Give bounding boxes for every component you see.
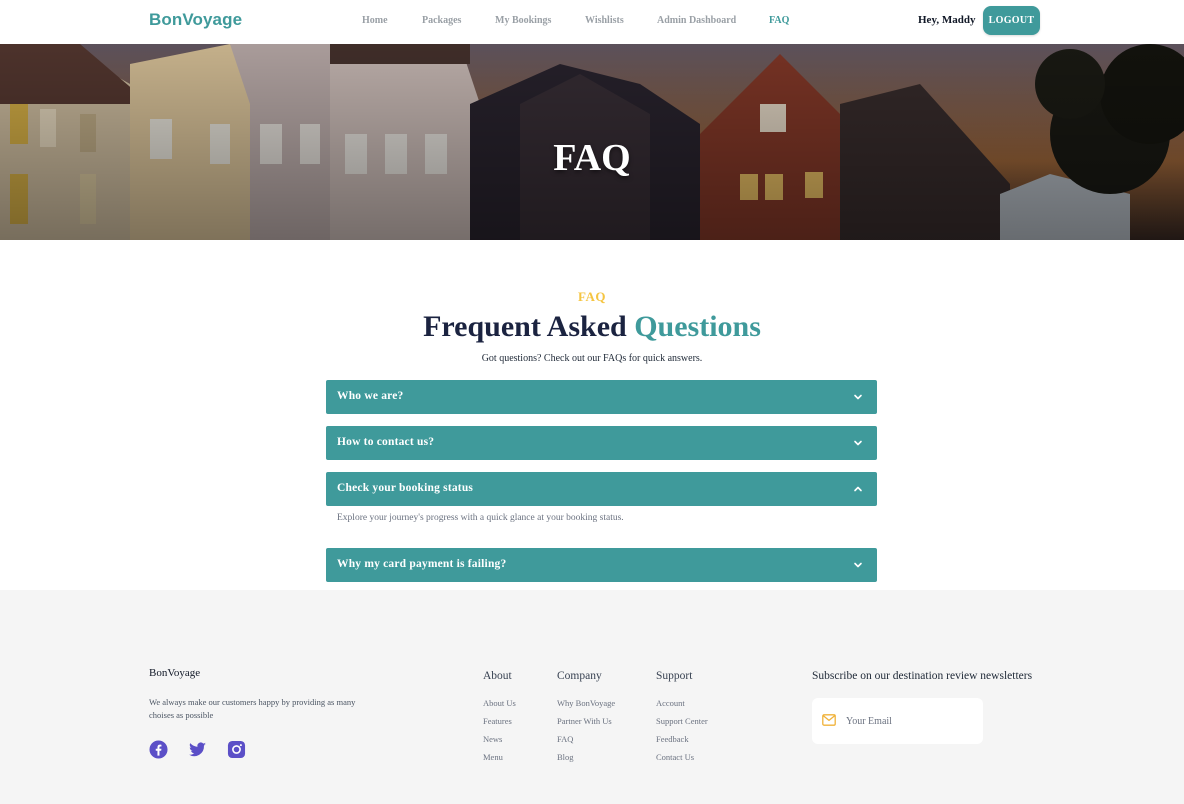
hero-banner: FAQ bbox=[0, 44, 1184, 240]
footer-brand: BonVoyage bbox=[149, 667, 201, 679]
footer-link-about-us[interactable]: About Us bbox=[483, 698, 516, 708]
faq-eyebrow: FAQ bbox=[578, 289, 606, 304]
nav-link-packages[interactable]: Packages bbox=[422, 15, 461, 26]
footer-link-partner[interactable]: Partner With Us bbox=[557, 716, 612, 726]
footer-link-account[interactable]: Account bbox=[656, 698, 685, 708]
footer-link-features[interactable]: Features bbox=[483, 716, 512, 726]
footer-link-support-center[interactable]: Support Center bbox=[656, 716, 708, 726]
faq-answer-booking-status: Explore your journey's progress with a q… bbox=[337, 513, 624, 523]
footer-link-why-bonvoyage[interactable]: Why BonVoyage bbox=[557, 698, 615, 708]
faq-heading-accent: Questions bbox=[634, 310, 761, 343]
chevron-down-icon bbox=[854, 562, 862, 568]
mail-icon bbox=[822, 714, 836, 726]
instagram-icon[interactable] bbox=[227, 740, 246, 759]
faq-item-who-we-are[interactable]: Who we are? bbox=[326, 380, 877, 414]
navbar: BonVoyage Home Packages My Bookings Wish… bbox=[0, 0, 1184, 44]
faq-item-contact-us[interactable]: How to contact us? bbox=[326, 426, 877, 460]
faq-question: How to contact us? bbox=[337, 436, 435, 448]
footer-link-news[interactable]: News bbox=[483, 734, 502, 744]
footer-col-support-title: Support bbox=[656, 670, 693, 682]
faq-heading: Frequent Asked Questions bbox=[0, 310, 1184, 344]
chevron-up-icon bbox=[854, 486, 862, 492]
faq-heading-main: Frequent Asked bbox=[423, 310, 627, 343]
user-greeting: Hey, Maddy bbox=[918, 14, 976, 26]
footer-col-about-title: About bbox=[483, 670, 512, 682]
faq-question: Why my card payment is failing? bbox=[337, 558, 507, 570]
newsletter-title: Subscribe on our destination review news… bbox=[812, 670, 1033, 682]
chevron-down-icon bbox=[854, 394, 862, 400]
nav-link-home[interactable]: Home bbox=[362, 15, 388, 26]
nav-link-wishlists[interactable]: Wishlists bbox=[585, 15, 624, 26]
footer-link-menu[interactable]: Menu bbox=[483, 752, 503, 762]
newsletter-email-input[interactable] bbox=[846, 712, 976, 730]
facebook-icon[interactable] bbox=[149, 740, 168, 759]
footer-link-contact-us[interactable]: Contact Us bbox=[656, 752, 694, 762]
twitter-icon[interactable] bbox=[188, 740, 207, 759]
faq-subtitle: Got questions? Check out our FAQs for qu… bbox=[481, 353, 703, 364]
faq-item-booking-status[interactable]: Check your booking status bbox=[326, 472, 877, 506]
footer-link-blog[interactable]: Blog bbox=[557, 752, 574, 762]
nav-link-admin-dashboard[interactable]: Admin Dashboard bbox=[657, 15, 736, 26]
faq-item-card-payment[interactable]: Why my card payment is failing? bbox=[326, 548, 877, 582]
footer-description: We always make our customers happy by pr… bbox=[149, 697, 356, 720]
faq-question: Who we are? bbox=[337, 390, 404, 402]
hero-title: FAQ bbox=[553, 137, 631, 179]
footer-link-feedback[interactable]: Feedback bbox=[656, 734, 689, 744]
nav-link-my-bookings[interactable]: My Bookings bbox=[495, 15, 551, 26]
footer-link-faq[interactable]: FAQ bbox=[557, 734, 573, 744]
faq-question: Check your booking status bbox=[337, 482, 474, 494]
chevron-down-icon bbox=[854, 440, 862, 446]
logout-button[interactable]: LOGOUT bbox=[983, 6, 1040, 35]
newsletter-email-box bbox=[812, 698, 983, 744]
nav-link-faq[interactable]: FAQ bbox=[769, 15, 789, 26]
footer-col-company-title: Company bbox=[557, 670, 602, 682]
